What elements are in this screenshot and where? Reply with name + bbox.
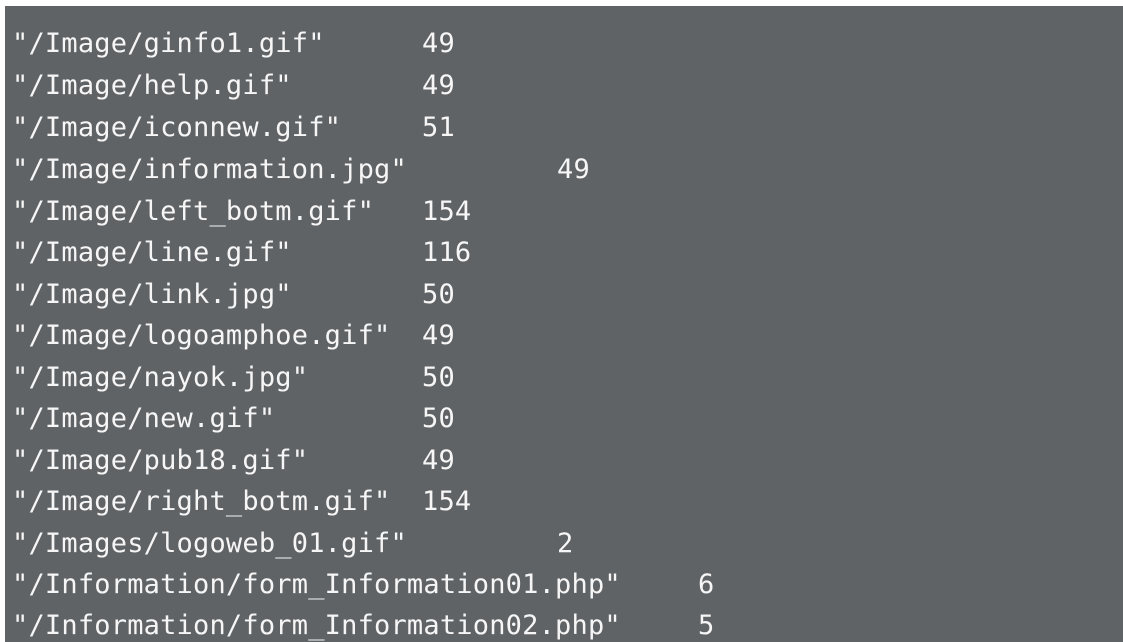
file-path: "/Image/pub18.gif" [12, 445, 309, 476]
file-path: "/Image/left_botm.gif" [12, 196, 375, 227]
output-line: "/Image/nayok.jpg" 50 [12, 358, 455, 398]
output-line: "/Image/left_botm.gif" 154 [12, 192, 471, 232]
request-count: 154 [422, 486, 472, 517]
request-count: 6 [698, 569, 715, 600]
request-count: 50 [422, 403, 455, 434]
file-path: "/Image/nayok.jpg" [12, 362, 309, 393]
request-count: 154 [422, 196, 472, 227]
output-line: "/Image/help.gif" 49 [12, 66, 455, 106]
file-path: "/Image/iconnew.gif" [12, 112, 342, 143]
file-path: "/Image/ginfo1.gif" [12, 28, 325, 59]
file-path: "/Information/form_Information02.php" [12, 610, 621, 641]
terminal-output[interactable]: "/Image/ginfo1.gif" 49 "/Image/help.gif"… [5, 6, 1123, 642]
output-line: "/Image/information.jpg" 49 [12, 150, 590, 190]
output-line: "/Image/link.jpg" 50 [12, 275, 455, 315]
file-path: "/Image/link.jpg" [12, 279, 292, 310]
request-count: 49 [422, 28, 455, 59]
output-line: "/Image/pub18.gif" 49 [12, 441, 455, 481]
request-count: 49 [422, 445, 455, 476]
output-line: "/Information/form_Information02.php" 5 [12, 606, 714, 642]
output-line: "/Image/iconnew.gif" 51 [12, 108, 455, 148]
output-line: "/Image/ginfo1.gif" 49 [12, 24, 455, 64]
file-path: "/Images/logoweb_01.gif" [12, 528, 407, 559]
output-line: "/Image/new.gif" 50 [12, 399, 455, 439]
output-line: "/Image/right_botm.gif" 154 [12, 482, 471, 522]
request-count: 49 [422, 70, 455, 101]
request-count: 50 [422, 362, 455, 393]
file-path: "/Image/new.gif" [12, 403, 276, 434]
request-count: 51 [422, 112, 455, 143]
request-count: 116 [422, 237, 472, 268]
request-count: 5 [698, 610, 715, 641]
output-line: "/Image/logoamphoe.gif" 49 [12, 316, 455, 356]
request-count: 2 [557, 528, 574, 559]
request-count: 49 [557, 154, 590, 185]
file-path: "/Image/right_botm.gif" [12, 486, 391, 517]
output-line: "/Image/line.gif" 116 [12, 233, 471, 273]
file-path: "/Information/form_Information01.php" [12, 569, 621, 600]
file-path: "/Image/information.jpg" [12, 154, 407, 185]
output-line: "/Information/form_Information01.php" 6 [12, 565, 714, 605]
screenshot-page: "/Image/ginfo1.gif" 49 "/Image/help.gif"… [0, 0, 1123, 642]
file-path: "/Image/help.gif" [12, 70, 292, 101]
file-path: "/Image/logoamphoe.gif" [12, 320, 391, 351]
request-count: 49 [422, 320, 455, 351]
file-path: "/Image/line.gif" [12, 237, 292, 268]
request-count: 50 [422, 279, 455, 310]
output-line: "/Images/logoweb_01.gif" 2 [12, 524, 573, 564]
